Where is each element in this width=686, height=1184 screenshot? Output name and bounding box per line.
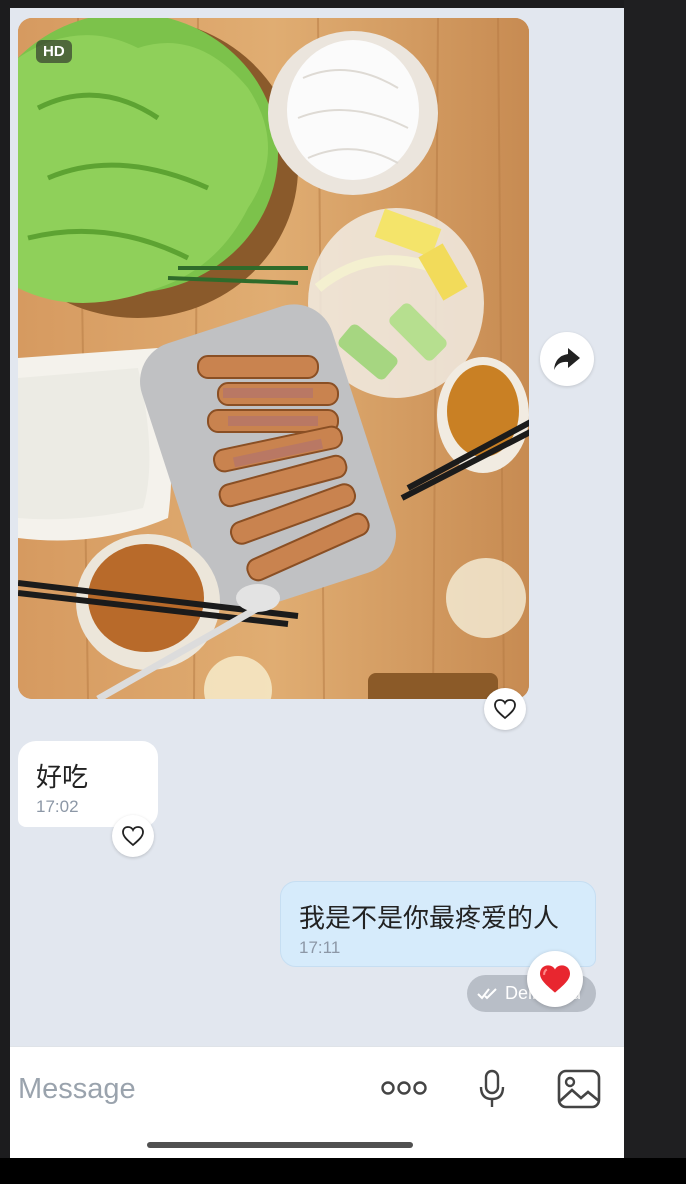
hd-badge: HD — [36, 40, 72, 63]
food-photo[interactable]: HD — [18, 18, 529, 699]
heart-outline-icon — [494, 699, 516, 720]
heart-reaction[interactable] — [527, 951, 583, 1007]
top-edge — [0, 0, 686, 8]
photo-like-button[interactable] — [484, 688, 526, 730]
message-time: 17:11 — [299, 938, 341, 957]
heart-outline-icon — [122, 826, 144, 847]
heart-filled-icon — [540, 965, 570, 993]
message-text: 好吃 — [36, 763, 89, 793]
incoming-message[interactable]: 好吃 17:02 — [18, 741, 158, 827]
more-button[interactable] — [380, 1073, 428, 1103]
microphone-icon — [479, 1069, 505, 1107]
double-check-icon — [477, 987, 499, 1001]
food-photo-illustration — [18, 18, 529, 699]
microphone-button[interactable] — [476, 1067, 508, 1111]
gallery-button[interactable] — [556, 1067, 602, 1111]
home-indicator[interactable] — [147, 1142, 413, 1148]
forward-button[interactable] — [540, 332, 594, 386]
message-composer — [10, 1046, 624, 1158]
forward-arrow-icon — [554, 348, 580, 370]
side-panel — [624, 0, 686, 1184]
image-icon — [557, 1069, 601, 1109]
message-like-button[interactable] — [112, 815, 154, 857]
more-icon — [381, 1081, 427, 1095]
message-input[interactable] — [18, 1069, 358, 1109]
message-time: 17:02 — [36, 797, 79, 816]
chat-screen: HD 好吃 17:02 我是不是你最疼爱的人 17:11 Delivered — [10, 8, 624, 1158]
system-nav-bar — [0, 1158, 686, 1184]
message-text: 我是不是你最疼爱的人 — [299, 904, 560, 934]
